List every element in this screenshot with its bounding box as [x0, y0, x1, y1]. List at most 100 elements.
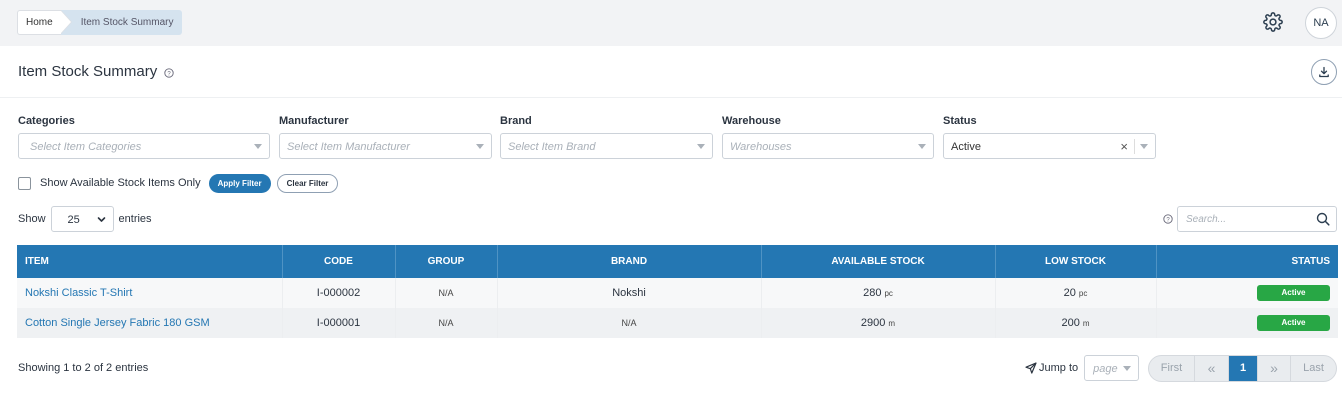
- warehouse-select[interactable]: Warehouses: [722, 133, 934, 159]
- top-bar: Home Item Stock Summary NA: [0, 0, 1342, 46]
- column-header-code[interactable]: CODE: [282, 245, 396, 278]
- cell-group: N/A: [395, 278, 498, 308]
- table-row: Cotton Single Jersey Fabric 180 GSM I-00…: [17, 308, 1338, 338]
- help-icon[interactable]: ?: [164, 68, 174, 78]
- categories-placeholder: Select Item Categories: [30, 141, 142, 153]
- caret-down-icon: [697, 144, 705, 149]
- caret-down-icon: [1123, 366, 1132, 371]
- warehouse-label: Warehouse: [722, 115, 781, 127]
- column-header-item[interactable]: ITEM: [17, 245, 283, 278]
- download-button[interactable]: [1311, 59, 1337, 85]
- next-page-button[interactable]: »: [1258, 356, 1291, 381]
- cell-code: I-000001: [282, 308, 396, 338]
- jump-to-label: Jump to: [1039, 362, 1079, 374]
- manufacturer-label: Manufacturer: [279, 115, 349, 127]
- entries-value: 25: [67, 214, 80, 226]
- caret-down-icon: [1140, 144, 1148, 149]
- warehouse-placeholder: Warehouses: [730, 141, 792, 153]
- brand-select[interactable]: Select Item Brand: [500, 133, 713, 159]
- page-title: Item Stock Summary: [18, 63, 158, 80]
- group-value: N/A: [438, 318, 454, 328]
- available-only-label: Show Available Stock Items Only: [40, 177, 201, 189]
- show-label: Show: [18, 213, 46, 225]
- breadcrumb-home[interactable]: Home: [17, 10, 72, 35]
- cell-available: 280 pc: [761, 278, 996, 308]
- column-header-low-stock[interactable]: LOW STOCK: [995, 245, 1157, 278]
- avatar[interactable]: NA: [1305, 7, 1337, 39]
- clear-filter-button[interactable]: Clear Filter: [276, 173, 339, 193]
- entries-select[interactable]: 25: [50, 206, 114, 232]
- cell-brand: N/A: [497, 308, 762, 338]
- manufacturer-select[interactable]: Select Item Manufacturer: [279, 133, 492, 159]
- divider: [1134, 139, 1135, 154]
- jump-to-control: Jump to page: [1025, 355, 1140, 381]
- available-unit: pc: [884, 289, 893, 298]
- search-input[interactable]: [1186, 212, 1306, 227]
- cell-status: Active: [1156, 278, 1338, 308]
- caret-down-icon: [476, 144, 484, 149]
- available-unit: m: [888, 319, 896, 328]
- main-panel: Item Stock Summary ? Categories Select I…: [0, 46, 1342, 408]
- cell-available: 2900 m: [761, 308, 996, 338]
- search-help-icon[interactable]: ?: [1163, 214, 1173, 224]
- caret-down-icon: [918, 144, 926, 149]
- table-info: Showing 1 to 2 of 2 entries: [18, 362, 149, 374]
- group-value: N/A: [438, 288, 454, 298]
- clear-icon[interactable]: ×: [1120, 139, 1128, 154]
- status-select[interactable]: Active ×: [943, 133, 1156, 159]
- cell-item: Cotton Single Jersey Fabric 180 GSM: [17, 308, 283, 338]
- brand-label: Brand: [500, 115, 532, 127]
- cell-group: N/A: [395, 308, 498, 338]
- cell-low: 20 pc: [995, 278, 1157, 308]
- low-value: 200: [1061, 317, 1080, 329]
- download-icon: [1319, 66, 1329, 78]
- last-page-button[interactable]: Last: [1291, 356, 1336, 381]
- low-unit: pc: [1078, 289, 1088, 298]
- pagination: First « 1 » Last: [1148, 355, 1337, 382]
- breadcrumb: Home Item Stock Summary: [17, 10, 182, 35]
- low-unit: m: [1082, 319, 1090, 328]
- table-row: Nokshi Classic T-Shirt I-000002 N/A Noks…: [17, 278, 1338, 308]
- first-page-button[interactable]: First: [1149, 356, 1195, 381]
- status-badge: Active: [1257, 315, 1330, 331]
- jump-page-select[interactable]: page: [1084, 355, 1140, 381]
- apply-filter-button[interactable]: Apply Filter: [208, 173, 271, 193]
- manufacturer-placeholder: Select Item Manufacturer: [287, 141, 410, 153]
- cell-code: I-000002: [282, 278, 396, 308]
- categories-select[interactable]: Select Item Categories: [18, 133, 270, 159]
- length-control: Show 25 entries: [18, 206, 152, 232]
- page-button-1[interactable]: 1: [1229, 356, 1258, 381]
- jump-page-placeholder: page: [1093, 363, 1118, 375]
- send-icon: [1025, 362, 1037, 374]
- chevron-down-icon: [97, 217, 105, 222]
- entries-label: entries: [118, 213, 152, 225]
- column-header-group[interactable]: GROUP: [395, 245, 498, 278]
- categories-label: Categories: [18, 115, 75, 127]
- column-header-brand[interactable]: BRAND: [497, 245, 762, 278]
- available-only-checkbox[interactable]: [18, 176, 31, 190]
- status-badge: Active: [1257, 285, 1330, 301]
- search-icon[interactable]: [1316, 212, 1330, 226]
- item-link[interactable]: Cotton Single Jersey Fabric 180 GSM: [25, 317, 210, 329]
- gear-icon[interactable]: [1263, 12, 1283, 32]
- table-header: ITEM CODE GROUP BRAND AVAILABLE STOCK LO…: [17, 245, 1338, 278]
- status-value: Active: [951, 141, 981, 153]
- brand-value: N/A: [621, 318, 637, 328]
- column-header-status[interactable]: STATUS: [1156, 245, 1338, 278]
- cell-status: Active: [1156, 308, 1338, 338]
- item-link[interactable]: Nokshi Classic T-Shirt: [25, 287, 132, 299]
- title-row: Item Stock Summary ?: [0, 46, 1342, 98]
- cell-low: 200 m: [995, 308, 1157, 338]
- available-filter-row: Show Available Stock Items Only Apply Fi…: [18, 173, 339, 193]
- stock-table: ITEM CODE GROUP BRAND AVAILABLE STOCK LO…: [17, 245, 1338, 338]
- previous-page-button[interactable]: «: [1195, 356, 1229, 381]
- available-value: 280: [863, 287, 882, 299]
- low-value: 20: [1063, 287, 1076, 299]
- status-label: Status: [943, 115, 977, 127]
- caret-down-icon: [254, 144, 262, 149]
- breadcrumb-current: Item Stock Summary: [60, 10, 182, 35]
- brand-placeholder: Select Item Brand: [508, 141, 596, 153]
- column-header-available-stock[interactable]: AVAILABLE STOCK: [761, 245, 996, 278]
- available-value: 2900: [860, 317, 886, 329]
- cell-item: Nokshi Classic T-Shirt: [17, 278, 283, 308]
